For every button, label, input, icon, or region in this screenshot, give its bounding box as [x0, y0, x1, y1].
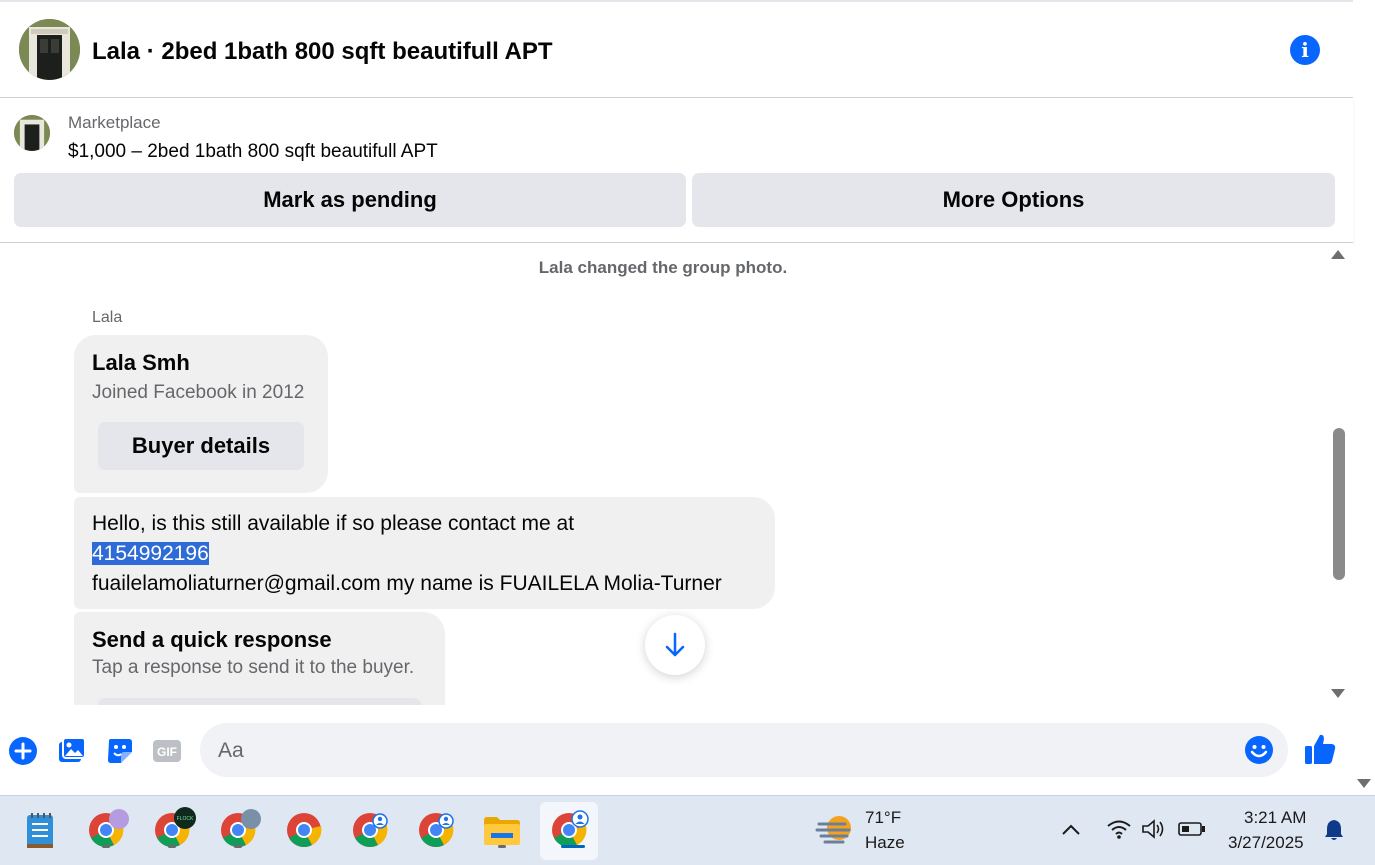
chrome-glyph: [287, 813, 322, 847]
clock-date[interactable]: 3/27/2025: [1228, 833, 1304, 853]
apartment-door-photo-icon: [19, 19, 80, 80]
messenger-window: Lala · 2bed 1bath 800 sqft beautifull AP…: [0, 0, 1375, 865]
scroll-to-bottom-button[interactable]: [645, 615, 705, 675]
buyer-profile-card: Lala Smh Joined Facebook in 2012 Buyer d…: [74, 335, 328, 493]
quick-response-option[interactable]: [98, 698, 421, 705]
file-explorer-icon[interactable]: [478, 806, 526, 854]
group-avatar[interactable]: [19, 19, 80, 80]
page-scrollbar-down-arrow[interactable]: [1357, 779, 1371, 788]
message-line: fuailelamoliaturner@gmail.com my name is…: [92, 572, 722, 595]
more-options-button[interactable]: More Options: [692, 173, 1335, 227]
scrollbar-down-arrow[interactable]: [1331, 689, 1345, 698]
running-indicator: [102, 845, 110, 848]
chevron-up-icon[interactable]: [1061, 822, 1081, 836]
emoji-icon[interactable]: [1244, 735, 1274, 765]
chrome-glyph: [419, 813, 454, 847]
scrollbar-up-arrow[interactable]: [1331, 250, 1345, 259]
chrome-icon[interactable]: [280, 806, 328, 854]
chrome-profile-icon[interactable]: [82, 806, 130, 854]
running-indicator: [168, 845, 176, 848]
running-indicator: [498, 845, 506, 848]
weather-temperature[interactable]: 71°F: [865, 808, 901, 828]
message-bubble[interactable]: Hello, is this still available if so ple…: [74, 497, 775, 609]
thumbs-up-icon[interactable]: [1303, 732, 1337, 766]
plus-icon[interactable]: [8, 736, 38, 766]
selected-phone-number[interactable]: 4154992196: [92, 542, 209, 565]
mark-as-pending-button[interactable]: Mark as pending: [14, 173, 686, 227]
message-phone-line: 4154992196: [92, 542, 209, 566]
chrome-profile-icon[interactable]: [412, 806, 460, 854]
photo-icon[interactable]: [57, 736, 87, 766]
weather-description[interactable]: Haze: [865, 833, 905, 853]
message-thread[interactable]: Lala changed the group photo. Lala Lala …: [0, 243, 1353, 705]
windows-taskbar: FLOCK 71°F Haze 3:21 AM 3/27/2025: [0, 795, 1375, 865]
haze-weather-icon[interactable]: [815, 812, 855, 848]
active-indicator: [561, 845, 585, 848]
marketplace-label: Marketplace: [68, 113, 161, 132]
system-message: Lala changed the group photo.: [538, 258, 788, 277]
info-icon[interactable]: i: [1290, 35, 1320, 65]
marketplace-banner: Marketplace $1,000 – 2bed 1bath 800 sqft…: [0, 98, 1353, 243]
notification-bell-icon[interactable]: [1323, 818, 1345, 842]
listing-title[interactable]: $1,000 – 2bed 1bath 800 sqft beautifull …: [68, 141, 438, 163]
message-line: Hello, is this still available if so ple…: [92, 512, 575, 535]
battery-icon[interactable]: [1178, 821, 1206, 837]
chrome-flock-icon[interactable]: FLOCK: [148, 806, 196, 854]
scrollbar-thumb[interactable]: [1333, 428, 1345, 580]
flock-badge-text: FLOCK: [177, 816, 194, 822]
buyer-details-button[interactable]: Buyer details: [98, 422, 304, 470]
gif-icon[interactable]: GIF: [152, 736, 182, 766]
chrome-profile-icon[interactable]: [346, 806, 394, 854]
sender-name: Lala: [92, 309, 123, 326]
conversation-title: Lala · 2bed 1bath 800 sqft beautifull AP…: [92, 38, 553, 65]
arrow-down-icon: [665, 632, 685, 657]
message-input-placeholder: Aa: [218, 739, 244, 762]
conversation-header: Lala · 2bed 1bath 800 sqft beautifull AP…: [0, 0, 1353, 98]
clock-time[interactable]: 3:21 AM: [1244, 808, 1306, 828]
volume-icon[interactable]: [1141, 818, 1167, 840]
running-indicator: [234, 845, 242, 848]
notepad-icon[interactable]: [16, 806, 64, 854]
wifi-icon[interactable]: [1106, 818, 1132, 840]
notepad-glyph: [27, 813, 53, 848]
listing-thumbnail[interactable]: [14, 115, 50, 151]
buyer-name: Lala Smh: [92, 350, 190, 375]
chrome-profile-icon[interactable]: [214, 806, 262, 854]
quick-response-subtitle: Tap a response to send it to the buyer.: [92, 657, 415, 678]
message-composer: GIF Aa: [0, 705, 1353, 793]
message-input[interactable]: Aa: [200, 723, 1288, 777]
sticker-icon[interactable]: [105, 736, 135, 766]
quick-response-title: Send a quick response: [92, 627, 332, 652]
quick-response-card: Send a quick response Tap a response to …: [74, 612, 445, 705]
buyer-joined-text: Joined Facebook in 2012: [92, 382, 305, 403]
chrome-active-icon[interactable]: [545, 806, 593, 854]
gif-label: GIF: [157, 745, 177, 759]
chrome-glyph: [353, 813, 388, 847]
apartment-door-photo-icon: [14, 115, 50, 151]
